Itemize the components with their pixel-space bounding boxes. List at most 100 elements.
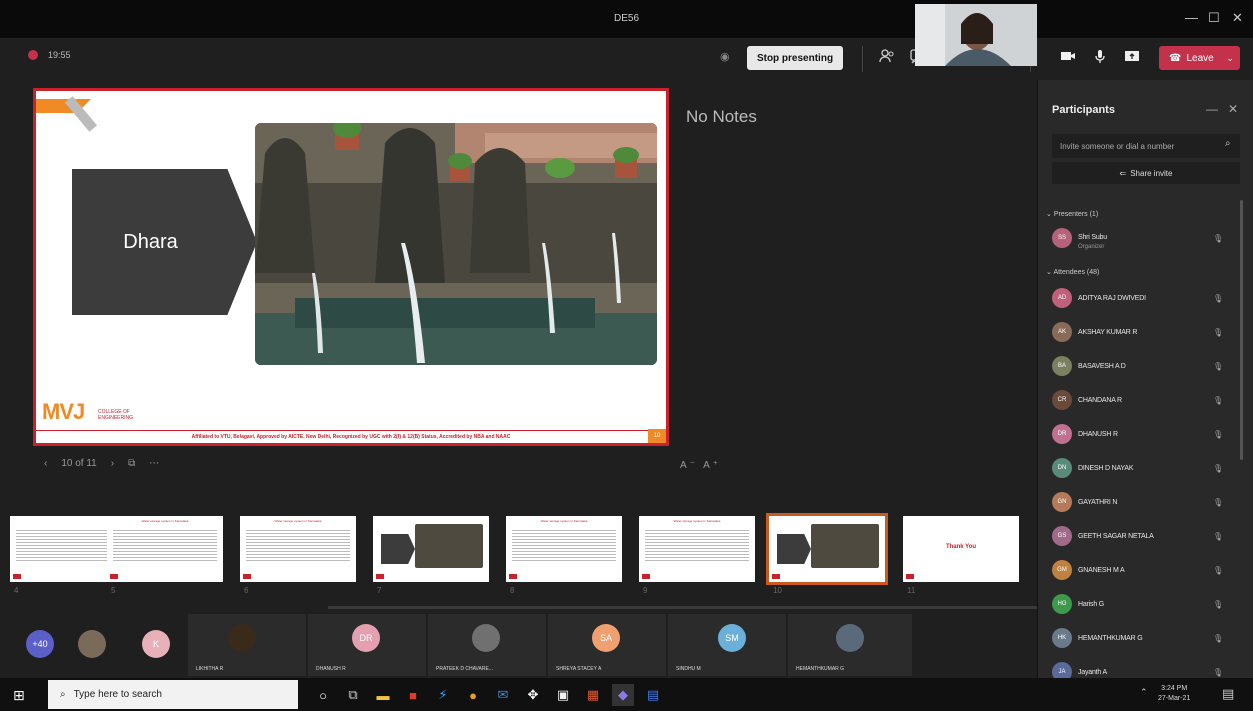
strip-avatar[interactable]: +40 (26, 630, 54, 658)
prev-slide-icon[interactable]: ‹ (44, 458, 47, 469)
attendee-row[interactable]: DR DHANUSH R 🎙︎ (1052, 422, 1232, 446)
strip-avatar[interactable]: K (142, 630, 170, 658)
notification-icon[interactable]: ▤ (1222, 686, 1234, 702)
leave-button[interactable]: ☎ Leave ⌄ (1159, 46, 1240, 70)
strip-avatar[interactable] (78, 630, 106, 658)
slide-thumbnail[interactable]: Water storage system in Karnataka (107, 516, 223, 582)
taskbar-clock[interactable]: 3:24 PM 27-Mar-21 (1158, 684, 1190, 704)
tile-avatar (228, 624, 256, 652)
participant-role: Organizer (1078, 244, 1105, 250)
windows-start-icon[interactable]: ⊞ (13, 687, 25, 704)
attendee-row[interactable]: BA BASAVESH A D 🎙︎ (1052, 354, 1232, 378)
attendee-row[interactable]: HG Harish G 🎙︎ (1052, 592, 1232, 616)
attendee-row[interactable]: GM GNANESH M A 🎙︎ (1052, 558, 1232, 582)
video-tile[interactable]: SA SHREYA STACEY A (548, 614, 666, 676)
thumbnail-scrollbar[interactable] (328, 606, 1038, 609)
participants-icon[interactable] (877, 48, 897, 68)
mic-muted-icon: 🎙︎ (1213, 395, 1224, 405)
font-size-control[interactable]: A⁻ A⁺ (680, 460, 721, 471)
panel-title: Participants (1052, 104, 1115, 116)
thumbnail-number: 6 (244, 586, 249, 595)
slide-label-shape: Dhara (72, 169, 257, 315)
avatar: AK (1052, 322, 1072, 342)
powerpoint-icon[interactable]: ▦ (582, 684, 604, 706)
mic-icon: 🎙︎ (1213, 233, 1224, 243)
slide-thumbnail[interactable]: Thank You (903, 516, 1019, 582)
slide-thumbnail[interactable]: Water storage system in Karnataka (240, 516, 356, 582)
attendee-row[interactable]: GN GAYATHRI N 🎙︎ (1052, 490, 1232, 514)
video-tile[interactable]: PRATEEK D CHAVARE... (428, 614, 546, 676)
next-slide-icon[interactable]: › (111, 458, 114, 469)
mic-muted-icon: 🎙︎ (1213, 531, 1224, 541)
attendee-row[interactable]: GS GEETH SAGAR NETALA 🎙︎ (1052, 524, 1232, 548)
thumbnail-text (512, 528, 616, 562)
presenter-row[interactable]: SS Shri Subu Organizer 🎙︎ (1052, 226, 1232, 250)
video-tile[interactable]: SM SINDHU M (668, 614, 786, 676)
slide-thumbnail[interactable] (373, 516, 489, 582)
phone-icon: ☎ (1169, 52, 1182, 64)
cortana-icon[interactable]: ○ (312, 684, 334, 706)
chevron-up-icon[interactable]: ⌃ (1140, 687, 1148, 698)
slide-thumbnail[interactable]: Water storage system in Karnataka (639, 516, 755, 582)
attendee-row[interactable]: CR CHANDANA R 🎙︎ (1052, 388, 1232, 412)
dropbox-icon[interactable]: ✥ (522, 684, 544, 706)
tile-name: PRATEEK D CHAVARE... (436, 666, 493, 672)
mic-muted-icon: 🎙︎ (1213, 429, 1224, 439)
stop-presenting-button[interactable]: Stop presenting (747, 46, 843, 70)
search-icon[interactable]: ⌕ (1225, 138, 1231, 149)
participant-name: Shri Subu (1078, 234, 1107, 241)
presenter-info: Shri Subu Organizer (1078, 226, 1107, 250)
slide-thumbnail[interactable]: Water storage system in Karnataka (506, 516, 622, 582)
participant-name: Harish G (1078, 600, 1105, 608)
thumbnail-photo (415, 524, 483, 568)
task-view-icon[interactable]: ⧉ (342, 684, 364, 706)
close-panel-icon[interactable]: ✕ (1228, 102, 1238, 116)
share-invite-button[interactable]: ⇐ Share invite (1052, 162, 1240, 184)
close-button[interactable]: ✕ (1232, 10, 1243, 26)
minimize-panel-icon[interactable]: — (1206, 102, 1218, 116)
thumbnail-text (645, 528, 749, 562)
attendees-section[interactable]: ⌄ Attendees (48) (1046, 268, 1099, 276)
maximize-button[interactable]: ☐ (1208, 10, 1220, 26)
avatar: AD (1052, 288, 1072, 308)
thumbnail-logo (772, 574, 780, 579)
mic-icon[interactable] (1090, 48, 1110, 68)
taskbar-search[interactable]: ⌕ Type here to search (48, 680, 298, 709)
attendee-row[interactable]: HK HEMANTHKUMAR G 🎙︎ (1052, 626, 1232, 650)
eye-icon[interactable]: ◉ (720, 50, 730, 63)
camera-icon[interactable] (1058, 48, 1078, 68)
attendee-row[interactable]: DN DINESH D NAYAK 🎙︎ (1052, 456, 1232, 480)
attendee-row[interactable]: AK AKSHAY KUMAR R 🎙︎ (1052, 320, 1232, 344)
lightning-icon[interactable]: ⚡ (432, 684, 454, 706)
teams-icon[interactable]: ◆ (612, 684, 634, 706)
panel-scrollbar[interactable] (1240, 200, 1243, 460)
invite-input[interactable] (1052, 134, 1240, 158)
window-title: DE56 (613, 13, 639, 24)
thumbnail-logo (13, 574, 21, 579)
presenters-section[interactable]: ⌄ Presenters (1) (1046, 210, 1098, 218)
more-options-icon[interactable]: ⋯ (149, 458, 159, 469)
word-icon[interactable]: ▤ (642, 684, 664, 706)
slide-thumbnail[interactable] (766, 513, 888, 585)
thumbnail-number: 8 (510, 586, 515, 595)
pdf-reader-icon[interactable]: ■ (402, 684, 424, 706)
video-tile[interactable]: HEMANTHKUMAR G (788, 614, 912, 676)
avatar: HK (1052, 628, 1072, 648)
video-tile[interactable]: LIKHITHA R (188, 614, 306, 676)
elapsed-time: 19:55 (48, 50, 71, 60)
thumbnail-text (16, 528, 120, 562)
attendee-row[interactable]: AD ADITYA RAJ DWIVEDI 🎙︎ (1052, 286, 1232, 310)
leave-label: Leave (1186, 52, 1214, 64)
mail-icon[interactable]: ✉ (492, 684, 514, 706)
thumbnail-number: 7 (377, 586, 382, 595)
grid-view-icon[interactable]: ⧉ (128, 458, 135, 469)
video-tile[interactable]: DR DHANUSH R (308, 614, 426, 676)
search-icon: ⌕ (60, 689, 66, 700)
share-icon[interactable] (1122, 48, 1142, 68)
college-logo-subtitle: COLLEGE OF ENGINEERING (98, 409, 134, 421)
file-explorer-icon[interactable]: ▬ (372, 684, 394, 706)
chevron-down-icon[interactable]: ⌄ (1226, 53, 1234, 64)
store-icon[interactable]: ▣ (552, 684, 574, 706)
minimize-button[interactable]: — (1185, 10, 1198, 25)
chrome-icon[interactable]: ● (462, 684, 484, 706)
